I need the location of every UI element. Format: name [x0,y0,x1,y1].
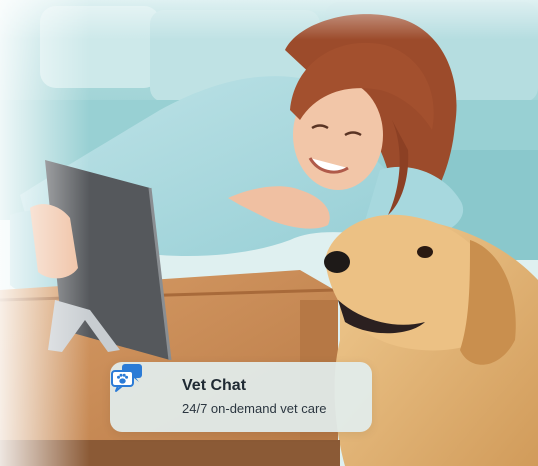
badge-subtitle: 24/7 on-demand vet care [182,400,327,416]
hero-photo: Vet Chat 24/7 on-demand vet care [0,0,538,466]
badge-title: Vet Chat [182,376,247,394]
floor [0,440,340,466]
dog-eye [417,246,433,258]
sofa-cushion-left [40,6,160,88]
chat-paw-icon [111,364,164,413]
badge-text-group: Vet Chat 24/7 on-demand vet care [182,376,327,419]
vet-chat-badge[interactable]: Vet Chat 24/7 on-demand vet care [110,362,372,432]
dog-nose [324,251,350,273]
